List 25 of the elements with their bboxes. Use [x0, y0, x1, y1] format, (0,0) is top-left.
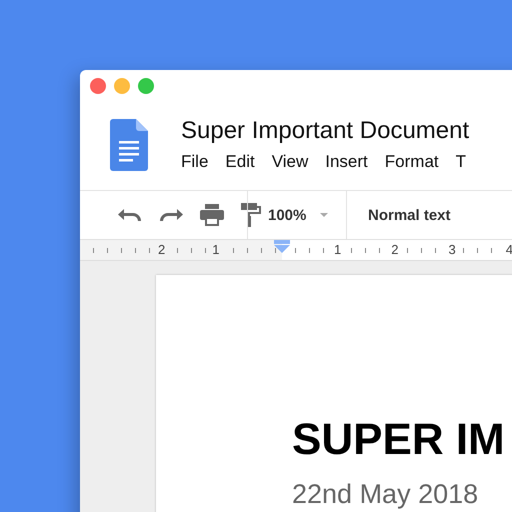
redo-icon[interactable] [159, 208, 183, 222]
ruler-number: 2 [156, 243, 168, 257]
indent-marker-icon[interactable] [274, 240, 290, 253]
document-icon[interactable] [110, 119, 148, 171]
document-heading: SUPER IM [292, 415, 506, 465]
ruler-number: 2 [389, 243, 400, 257]
paint-format-icon[interactable] [241, 203, 261, 227]
ruler-number: 1 [332, 243, 344, 257]
zoom-button[interactable] [138, 78, 154, 94]
print-icon[interactable] [200, 204, 224, 226]
menu-item[interactable]: File [181, 152, 208, 172]
menu-item[interactable]: Edit [225, 152, 255, 172]
undo-icon[interactable] [118, 208, 142, 222]
menu-item[interactable]: View [272, 152, 308, 172]
menu-item[interactable]: Format [384, 152, 439, 172]
ruler-number: 3 [446, 243, 458, 257]
style-dropdown[interactable]: Normal text [347, 206, 451, 224]
ruler-number: 1 [210, 243, 222, 257]
document-date: 22nd May 2018 [292, 479, 480, 510]
zoom-dropdown[interactable]: 100% [248, 206, 346, 224]
caret-icon [320, 213, 328, 217]
menu-item[interactable]: T [456, 152, 466, 172]
document-title[interactable]: Super Important Document [181, 118, 470, 144]
close-button[interactable] [90, 78, 106, 94]
menu-item[interactable]: Insert [325, 152, 368, 172]
